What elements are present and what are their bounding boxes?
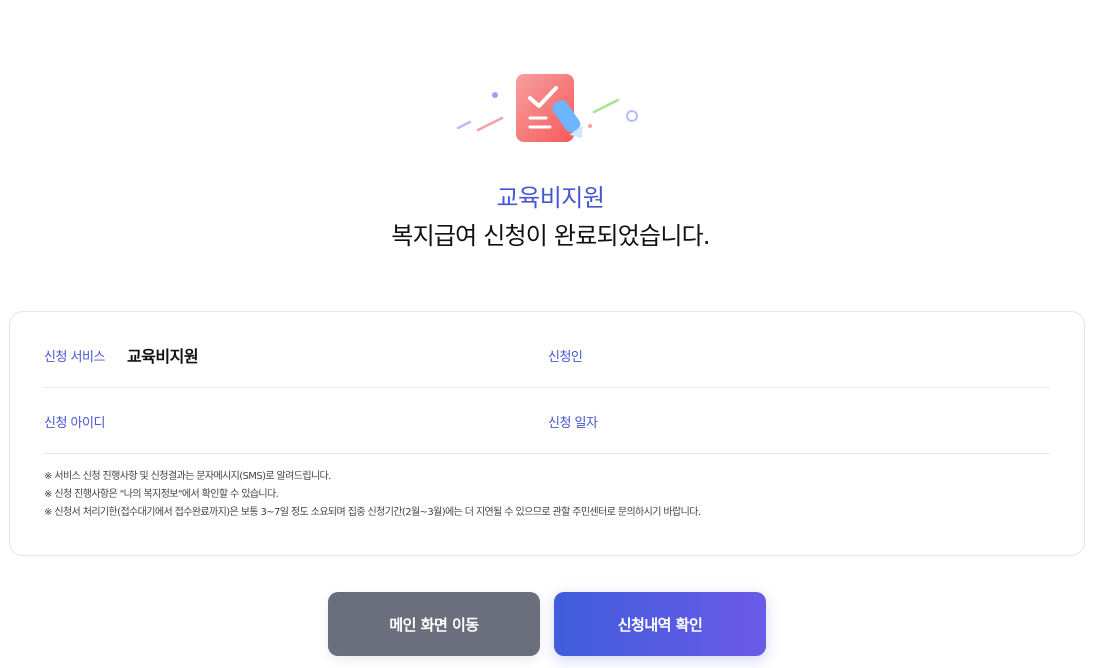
notice-list: ※ 서비스 신청 진행사항 및 신청결과는 문자메시지(SMS)로 알려드립니다… <box>44 468 1050 522</box>
service-title: 교육비지원 <box>496 184 605 212</box>
application-complete-clipboard-icon <box>456 74 638 142</box>
user-id-field: 신청 아이디 <box>44 388 127 454</box>
go-main-button[interactable]: 메인 화면 이동 <box>328 592 540 656</box>
service-label: 신청 서비스 <box>44 349 105 365</box>
application-info-card: 신청 서비스 교육비지원 신청인 신청 아이디 신청 일자 ※ 서비스 신청 진… <box>9 311 1085 556</box>
applicant-label: 신청인 <box>548 349 583 365</box>
date-label: 신청 일자 <box>548 415 598 431</box>
completion-message: 복지급여 신청이 완료되었습니다. <box>391 222 710 250</box>
notice-my-welfare: ※ 신청 진행사항은 "나의 복지정보"에서 확인할 수 있습니다. <box>44 489 279 500</box>
hero-illustration <box>0 60 1101 160</box>
user-id-label: 신청 아이디 <box>44 415 105 431</box>
date-field: 신청 일자 <box>548 388 619 454</box>
service-value: 교육비지원 <box>126 347 199 366</box>
check-history-button[interactable]: 신청내역 확인 <box>554 592 766 656</box>
info-row-service: 신청 서비스 교육비지원 신청인 <box>44 322 1050 388</box>
service-field: 신청 서비스 교육비지원 <box>44 322 199 388</box>
info-row-user: 신청 아이디 신청 일자 <box>44 388 1050 454</box>
applicant-field: 신청인 <box>548 322 604 388</box>
notice-processing-time: ※ 신청서 처리기한(접수대기에서 접수완료까지)은 보통 3~7일 정도 소요… <box>44 507 701 518</box>
notice-sms: ※ 서비스 신청 진행사항 및 신청결과는 문자메시지(SMS)로 알려드립니다… <box>44 471 331 482</box>
